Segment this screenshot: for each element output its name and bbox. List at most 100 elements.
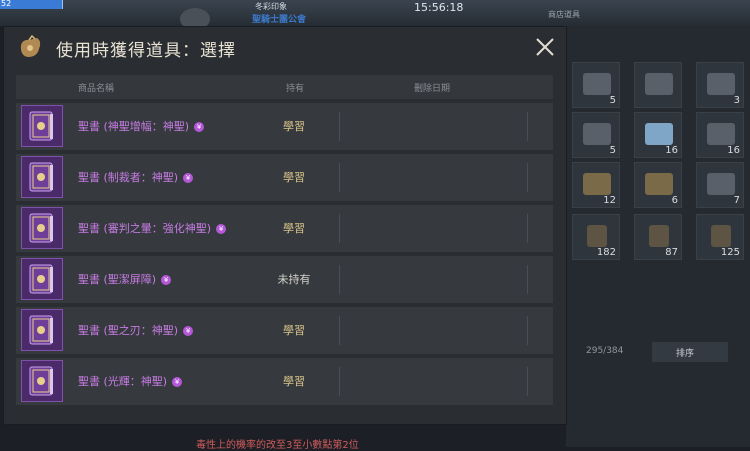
item-select-dialog: 使用時獲得道具：選擇 商品名稱 持有 刪除日期 聖書 (神聖增幅：神聖) ¥ 學習聖…	[4, 27, 566, 424]
chest-icon	[707, 123, 735, 145]
chest-icon	[645, 173, 673, 195]
item-row[interactable]: 聖書 (聖潔屏障) ¥ 未持有	[16, 256, 553, 303]
chest-icon	[583, 173, 611, 195]
item-row[interactable]: 聖書 (聖之刃：神聖) ¥ 學習	[16, 307, 553, 354]
owned-status: 學習	[283, 171, 305, 184]
coin-badge-icon: ¥	[216, 224, 227, 234]
inventory-capacity: 295/384	[586, 346, 624, 356]
owned-status: 學習	[283, 375, 305, 388]
spellbook-icon	[21, 360, 63, 402]
column-divider	[339, 265, 340, 294]
item-row[interactable]: 聖書 (制裁者：神聖) ¥ 學習	[16, 154, 553, 201]
column-owned: 持有	[286, 84, 305, 94]
chest-icon	[707, 173, 735, 195]
spellbook-icon	[21, 207, 63, 249]
slot-count: 87	[665, 247, 678, 258]
inventory-slot[interactable]	[634, 62, 682, 108]
dialog-header: 使用時獲得道具：選擇	[4, 27, 566, 71]
inventory-slot[interactable]: 6	[634, 162, 682, 208]
item-name-text: 聖書 (聖潔屏障)	[78, 273, 157, 286]
item-name: 聖書 (審判之暈：強化神聖) ¥	[78, 220, 227, 236]
column-divider	[527, 316, 528, 345]
slot-count: 7	[733, 195, 740, 206]
inventory-slot[interactable]: 16	[696, 112, 744, 158]
sort-label: 排序	[676, 349, 695, 359]
guild-name: 聖騎士團公會	[252, 15, 307, 25]
chest-icon	[583, 73, 611, 95]
column-divider	[527, 214, 528, 243]
item-name: 聖書 (光輝：神聖) ¥	[78, 373, 183, 389]
item-row[interactable]: 聖書 (神聖增幅：神聖) ¥ 學習	[16, 103, 553, 150]
item-row[interactable]: 聖書 (光輝：神聖) ¥ 學習	[16, 358, 553, 405]
chest-icon	[707, 73, 735, 95]
column-divider	[339, 316, 340, 345]
column-delete-date: 刪除日期	[414, 84, 451, 94]
item-name-text: 聖書 (聖之刃：神聖)	[78, 324, 179, 337]
slot-count: 16	[727, 145, 740, 156]
column-divider	[339, 214, 340, 243]
shop-label: 商店道具	[548, 10, 580, 19]
column-divider	[527, 112, 528, 141]
spellbook-icon	[21, 156, 63, 198]
column-divider	[339, 112, 340, 141]
inventory-slot[interactable]: 16	[634, 112, 682, 158]
item-name: 聖書 (聖之刃：神聖) ¥	[78, 322, 194, 338]
slot-count: 5	[609, 145, 616, 156]
owned-status: 學習	[283, 324, 305, 337]
slot-count: 125	[720, 247, 740, 258]
game-clock: 15:56:18	[414, 1, 464, 14]
owned-status: 學習	[283, 222, 305, 235]
column-header: 商品名稱 持有 刪除日期	[16, 75, 553, 99]
inventory-slot[interactable]: 3	[696, 62, 744, 108]
coin-badge-icon: ¥	[194, 122, 205, 132]
footer-hint: 毒性上的機率的改至3至小數點第2位	[196, 440, 359, 451]
item-name-text: 聖書 (審判之暈：強化神聖)	[78, 222, 212, 235]
hp-bar: 52	[0, 0, 63, 9]
item-name-text: 聖書 (光輝：神聖)	[78, 375, 168, 388]
item-list: 聖書 (神聖增幅：神聖) ¥ 學習 聖書 (制裁者：神聖) ¥ 學習 聖書 (審判之暈：強化…	[16, 103, 553, 424]
chest-icon	[645, 73, 673, 95]
column-name: 商品名稱	[78, 84, 115, 94]
inventory-slot[interactable]: 5	[572, 62, 620, 108]
slot-count: 6	[671, 195, 678, 206]
chest-icon	[583, 123, 611, 145]
bag-icon	[20, 35, 41, 57]
item-name: 聖書 (神聖增幅：神聖) ¥	[78, 118, 205, 134]
coin-badge-icon: ¥	[161, 275, 172, 285]
inventory-slot[interactable]: 182	[572, 214, 620, 260]
column-divider	[527, 265, 528, 294]
coin-badge-icon: ¥	[183, 326, 194, 336]
column-divider	[339, 367, 340, 396]
dialog-title: 使用時獲得道具：選擇	[56, 41, 236, 61]
slot-count: 5	[609, 95, 616, 106]
list-scrollbar[interactable]	[555, 103, 559, 424]
slot-count: 182	[596, 247, 616, 258]
chest-icon	[645, 123, 673, 145]
hp-value: 52	[1, 0, 12, 8]
inventory-slot[interactable]: 125	[696, 214, 744, 260]
column-divider	[339, 163, 340, 192]
inventory-sort-button[interactable]: 排序	[652, 342, 728, 362]
game-top-bar	[0, 0, 750, 26]
item-name-text: 聖書 (神聖增幅：神聖)	[78, 120, 190, 133]
item-name: 聖書 (聖潔屏障) ¥	[78, 271, 172, 287]
spellbook-icon	[21, 309, 63, 351]
close-icon[interactable]	[530, 32, 560, 62]
item-name: 聖書 (制裁者：神聖) ¥	[78, 169, 194, 185]
inventory-slot[interactable]: 87	[634, 214, 682, 260]
slot-count: 3	[733, 95, 740, 106]
inventory-slot[interactable]: 12	[572, 162, 620, 208]
inventory-slot[interactable]: 7	[696, 162, 744, 208]
player-name: 冬彩印象	[255, 2, 287, 11]
column-divider	[527, 367, 528, 396]
slot-count: 12	[603, 195, 616, 206]
spellbook-icon	[21, 258, 63, 300]
item-name-text: 聖書 (制裁者：神聖)	[78, 171, 179, 184]
item-row[interactable]: 聖書 (審判之暈：強化神聖) ¥ 學習	[16, 205, 553, 252]
coin-badge-icon: ¥	[183, 173, 194, 183]
inventory-slot[interactable]: 5	[572, 112, 620, 158]
owned-status: 未持有	[277, 273, 311, 286]
owned-status: 學習	[283, 120, 305, 133]
spellbook-icon	[21, 105, 63, 147]
chest-icon	[649, 225, 669, 247]
